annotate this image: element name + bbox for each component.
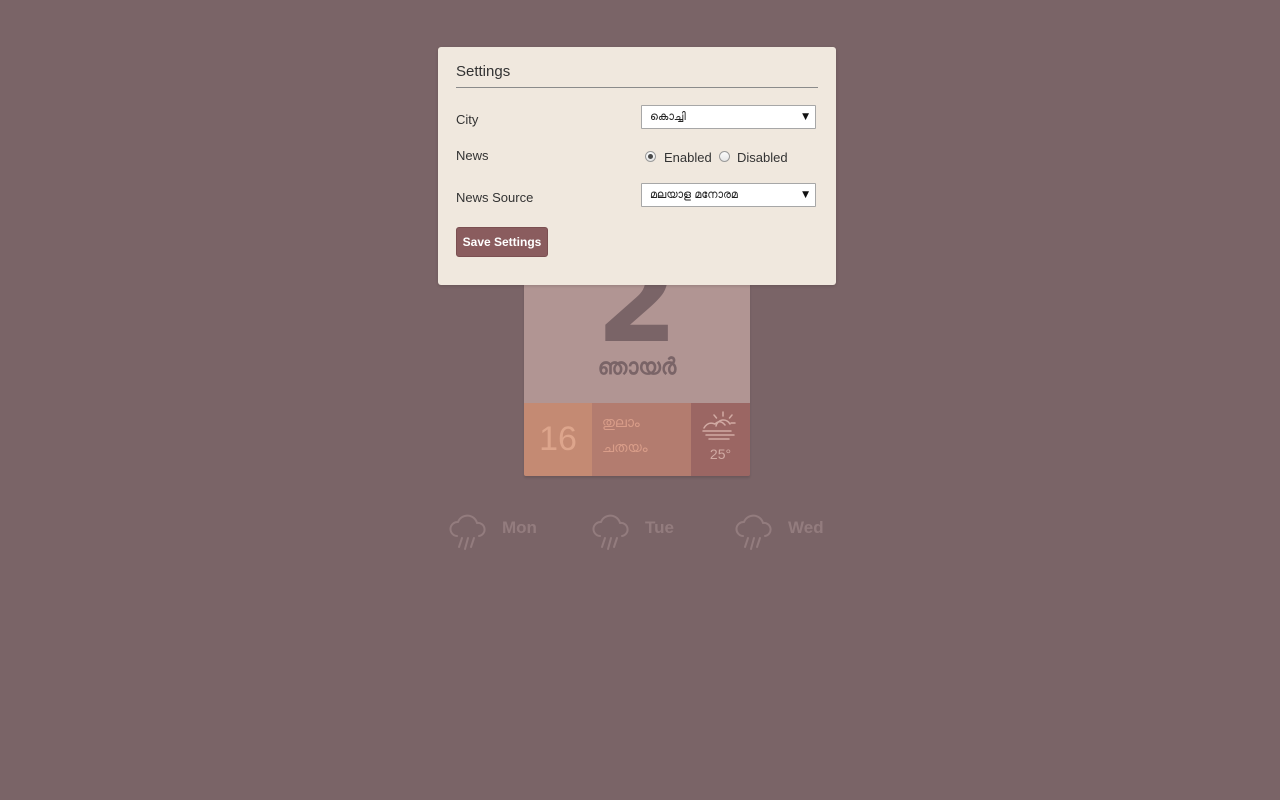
settings-dialog: Settings City കൊച്ചി ▼ News Enabled Disa… xyxy=(438,47,836,285)
rain-icon xyxy=(735,514,772,550)
today-temperature: 25° xyxy=(709,446,732,462)
chevron-down-icon: ▼ xyxy=(802,112,809,122)
city-select-value: കൊച്ചി xyxy=(650,110,686,123)
forecast-day-label: Tue xyxy=(645,518,674,537)
malayalam-date: 16 xyxy=(524,403,592,476)
forecast-row: Mon Tue Wed xyxy=(448,510,838,554)
city-select[interactable]: കൊച്ചി ▼ xyxy=(641,105,816,129)
news-source-label: News Source xyxy=(456,190,534,205)
save-settings-button[interactable]: Save Settings xyxy=(456,227,548,257)
today-weather: 25° xyxy=(691,403,750,476)
news-enabled-radio[interactable] xyxy=(645,151,656,162)
calendar-info-strip: 16 തുലാം ചതയം 25° xyxy=(524,403,750,476)
news-disabled-label[interactable]: Disabled xyxy=(737,150,788,165)
calendar-day-name: ഞായർ xyxy=(597,355,677,380)
settings-title: Settings xyxy=(456,63,511,80)
malayalam-star: ചതയം xyxy=(602,440,648,456)
malayalam-month: തുലാം xyxy=(602,415,640,431)
news-source-select-value: മലയാള മനോരമ xyxy=(650,188,738,201)
sun-behind-haze-icon xyxy=(702,411,736,440)
chevron-down-icon: ▼ xyxy=(802,190,809,200)
rain-icon xyxy=(449,514,486,550)
city-label: City xyxy=(456,112,479,127)
rain-icon xyxy=(592,514,629,550)
forecast-day-label: Mon xyxy=(502,518,537,537)
forecast-day-label: Wed xyxy=(788,518,824,537)
malayalam-info: തുലാം ചതയം xyxy=(592,403,691,476)
news-disabled-radio[interactable] xyxy=(719,151,730,162)
news-source-select[interactable]: മലയാള മനോരമ ▼ xyxy=(641,183,816,207)
news-label: News xyxy=(456,148,489,163)
title-divider xyxy=(456,87,818,88)
news-enabled-label[interactable]: Enabled xyxy=(664,150,712,165)
